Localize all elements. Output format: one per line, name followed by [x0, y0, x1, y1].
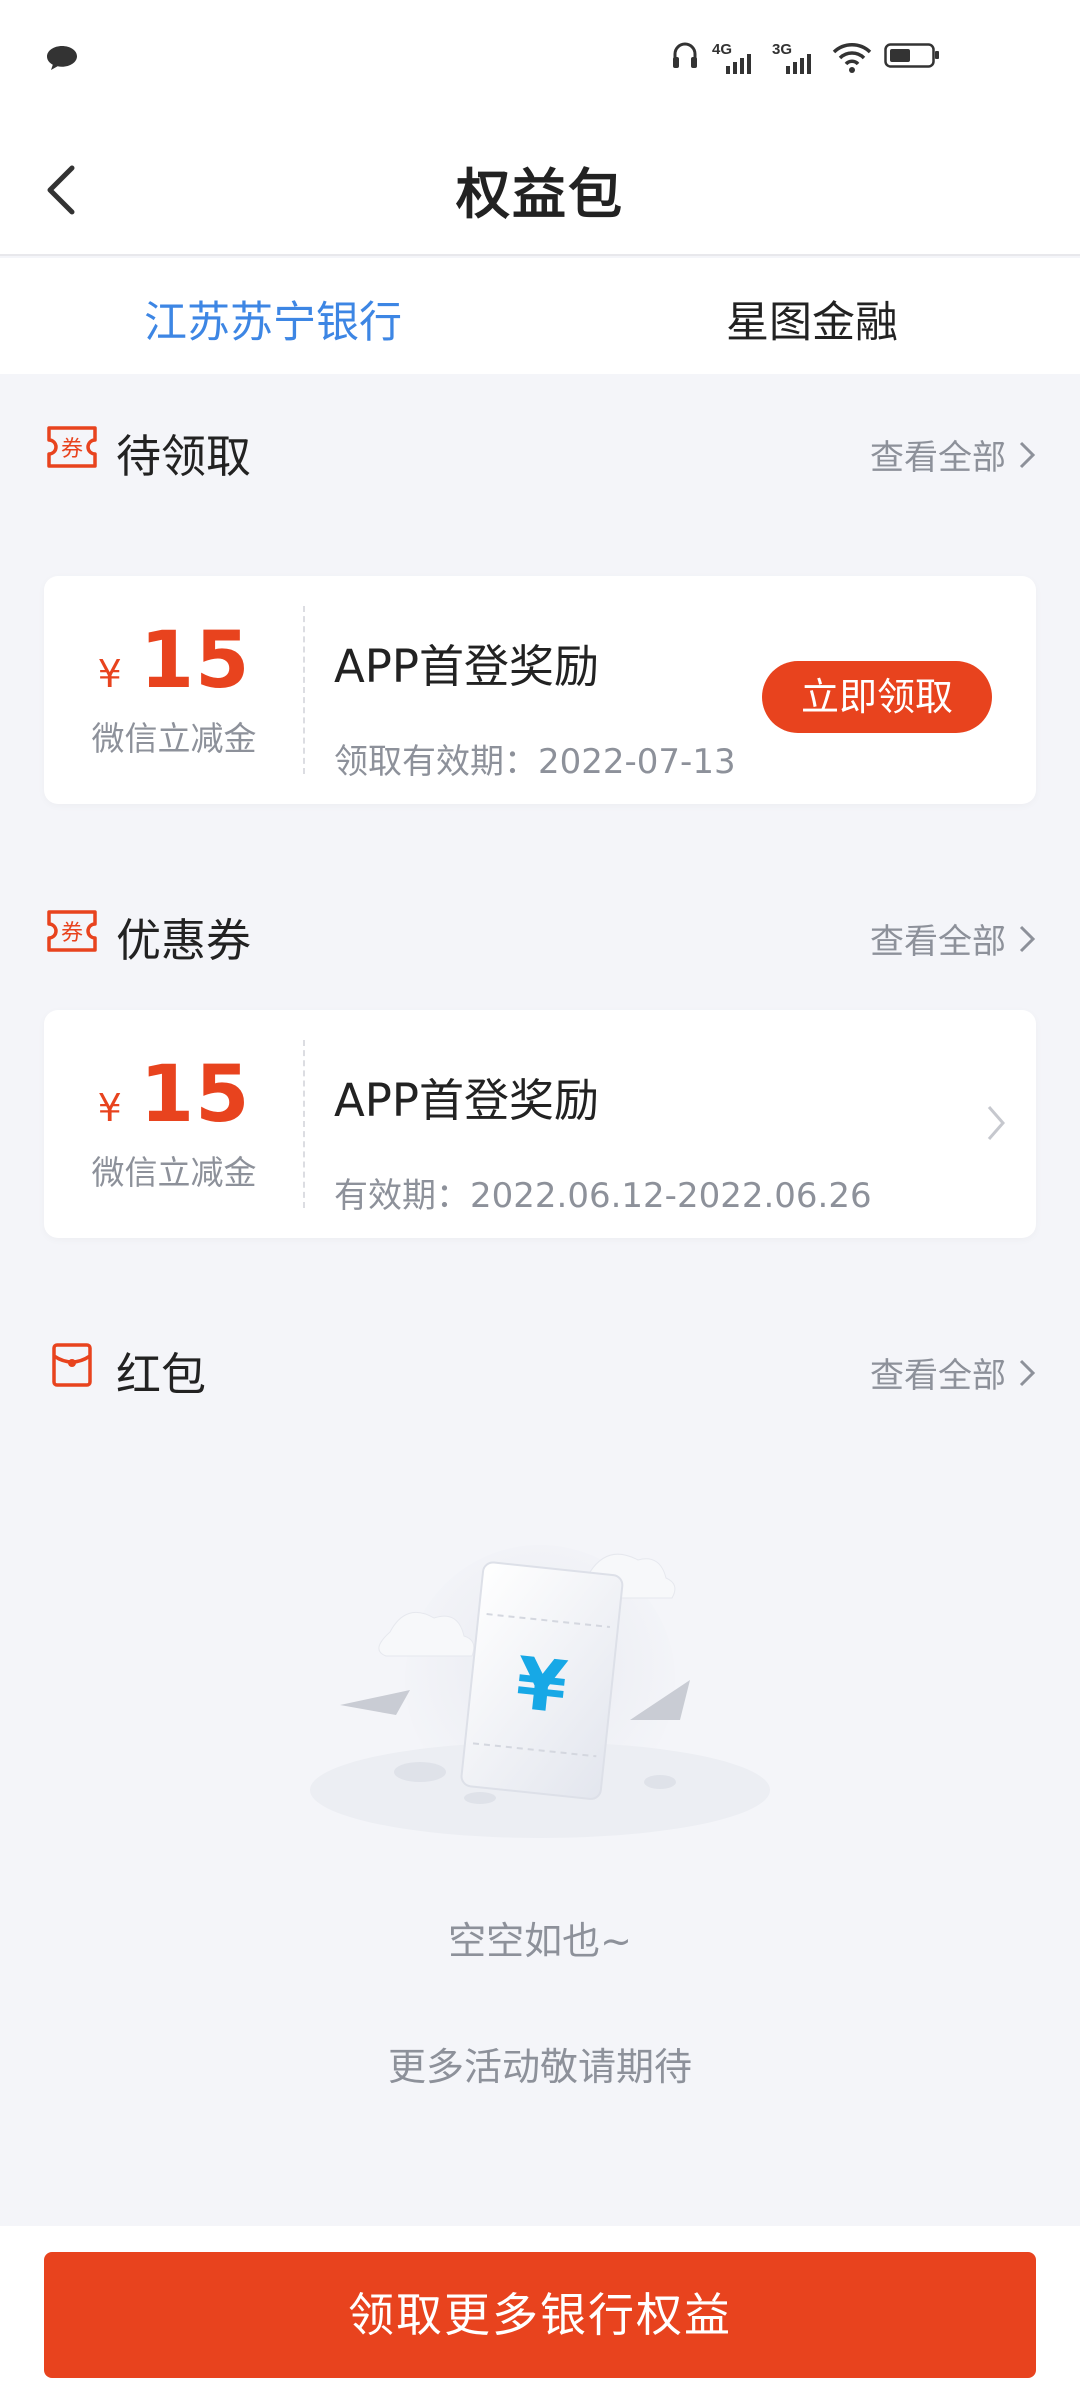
coupon-title: APP首登奖励 — [334, 1074, 600, 1127]
tab-jiangsu-suning-bank[interactable]: 江苏苏宁银行 — [144, 288, 402, 350]
empty-state-title: 空空如也~ — [448, 1919, 632, 1963]
signal-4g-icon: 4G — [712, 40, 762, 80]
section-title: 优惠券 — [116, 914, 252, 967]
wifi-icon — [832, 40, 872, 80]
svg-text:券: 券 — [61, 437, 83, 462]
coupon-amount: ¥ 15 微信立减金 — [44, 1050, 304, 1194]
reward-validity: 领取有效期：2022-07-13 — [334, 742, 736, 782]
status-bar: 4G 3G — [0, 0, 1080, 120]
claim-now-button[interactable]: 立即领取 — [762, 661, 992, 733]
dashed-divider — [303, 606, 305, 774]
coupon-icon: 券 — [47, 910, 97, 952]
headphones-icon — [672, 40, 698, 80]
amount-type-label: 微信立减金 — [91, 719, 257, 758]
chevron-right-icon — [1019, 1359, 1036, 1386]
message-icon — [47, 46, 77, 70]
view-all-link[interactable]: 查看全部 — [870, 1348, 1036, 1397]
pending-reward-card[interactable]: ¥ 15 微信立减金 APP首登奖励 领取有效期：2022-07-13 立即领取 — [44, 576, 1036, 804]
red-packets-section-header: 红包 查看全部 — [46, 1338, 1036, 1401]
coupon-card[interactable]: ¥ 15 微信立减金 APP首登奖励 有效期：2022.06.12-2022.0… — [44, 1010, 1036, 1238]
currency-symbol: ¥ — [97, 1086, 122, 1130]
svg-text:券: 券 — [61, 921, 83, 946]
battery-icon — [884, 40, 940, 80]
empty-state-subtitle: 更多活动敬请期待 — [387, 2045, 692, 2089]
tab-xingtu-finance[interactable]: 星图金融 — [726, 288, 898, 350]
page-title: 权益包 — [456, 163, 624, 226]
empty-ticket-illustration: ¥ — [310, 1545, 770, 1838]
get-more-bank-benefits-button[interactable]: 领取更多银行权益 — [44, 2252, 1036, 2378]
coupon-validity: 有效期：2022.06.12-2022.06.26 — [334, 1176, 872, 1216]
view-all-label: 查看全部 — [870, 922, 1006, 962]
bottom-bar: 领取更多银行权益 — [0, 2226, 1080, 2408]
currency-symbol: ¥ — [97, 652, 122, 696]
coupon-icon: 券 — [47, 426, 97, 468]
reward-amount: ¥ 15 微信立减金 — [44, 616, 304, 760]
signal-3g-icon: 3G — [772, 40, 822, 80]
chevron-right-icon — [987, 1106, 1005, 1140]
nav-bar: 权益包 — [0, 120, 1080, 256]
amount-value: 15 — [139, 616, 251, 706]
view-all-label: 查看全部 — [870, 1356, 1006, 1396]
reward-title: APP首登奖励 — [334, 640, 600, 693]
svg-text:4G: 4G — [712, 41, 732, 58]
svg-text:3G: 3G — [772, 41, 792, 58]
section-title: 红包 — [116, 1348, 207, 1401]
pending-section-header: 券 待领取 查看全部 — [46, 420, 1036, 483]
view-all-link[interactable]: 查看全部 — [870, 430, 1036, 479]
view-all-label: 查看全部 — [870, 438, 1006, 478]
svg-text:¥: ¥ — [512, 1641, 571, 1730]
amount-type-label: 微信立减金 — [91, 1153, 257, 1192]
tab-bar: 江苏苏宁银行 星图金融 — [0, 258, 1080, 374]
section-title: 待领取 — [116, 430, 252, 483]
amount-value: 15 — [139, 1050, 251, 1140]
chevron-right-icon — [1019, 925, 1036, 952]
chevron-right-icon — [1019, 441, 1036, 468]
coupons-section-header: 券 优惠券 查看全部 — [46, 904, 1036, 967]
dashed-divider — [303, 1040, 305, 1208]
red-packet-icon — [52, 1343, 92, 1387]
view-all-link[interactable]: 查看全部 — [870, 914, 1036, 963]
